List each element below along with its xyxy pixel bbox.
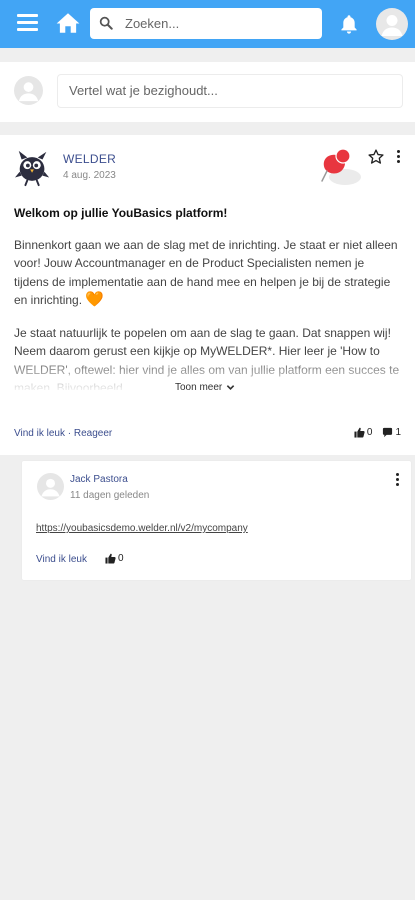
post-paragraph-1: Binnenkort gaan we aan de slag met de in… xyxy=(14,238,398,308)
like-button[interactable]: Vind ik leuk xyxy=(14,428,65,439)
pushpin-icon xyxy=(321,148,361,185)
more-vertical-icon[interactable] xyxy=(393,472,403,488)
user-silhouette-icon xyxy=(18,82,39,102)
search-box[interactable] xyxy=(90,8,322,39)
post-actions: Vind ik leuk · Reageer xyxy=(14,428,112,439)
comment-link[interactable]: https://youbasicsdemo.welder.nl/v2/mycom… xyxy=(36,523,248,534)
like-count-value: 0 xyxy=(366,427,373,438)
orange-heart-emoji: 🧡 xyxy=(85,290,105,308)
show-more-button[interactable]: Toon meer xyxy=(175,382,235,393)
comment-count[interactable]: 1 xyxy=(382,427,401,438)
post-counts: 0 1 xyxy=(344,427,401,438)
reply-button[interactable]: Reageer xyxy=(74,428,112,439)
search-input[interactable] xyxy=(125,8,315,39)
comment-date: 11 dagen geleden xyxy=(70,490,150,501)
top-bar xyxy=(0,0,415,48)
comment-icon xyxy=(383,427,393,438)
separator: · xyxy=(64,428,74,439)
welder-logo-icon xyxy=(14,150,50,187)
star-icon[interactable] xyxy=(367,148,385,166)
post-card: WELDER 4 aug. 2023 Welkom op jullie YouB… xyxy=(0,135,415,455)
post-title: Welkom op jullie YouBasics platform! xyxy=(14,206,228,220)
post-author-link[interactable]: WELDER xyxy=(63,152,116,166)
more-vertical-icon[interactable] xyxy=(394,149,404,165)
post-date: 4 aug. 2023 xyxy=(63,170,116,181)
home-icon[interactable] xyxy=(55,10,81,36)
like-count[interactable]: 0 xyxy=(354,427,373,438)
post-paragraph-2: Je staat natuurlijk te popelen om aan de… xyxy=(14,326,400,390)
comment-like-count-value: 0 xyxy=(118,553,124,564)
post-composer: Vertel wat je bezighoudt... xyxy=(0,62,415,122)
thumbs-up-icon xyxy=(354,427,365,438)
comment-avatar xyxy=(37,473,64,500)
comment-like-button[interactable]: Vind ik leuk xyxy=(36,554,87,565)
composer-input[interactable]: Vertel wat je bezighoudt... xyxy=(57,74,403,108)
user-silhouette-icon xyxy=(41,478,60,497)
thumbs-up-icon xyxy=(105,553,116,564)
composer-avatar xyxy=(14,76,43,105)
user-avatar[interactable] xyxy=(376,8,408,40)
chevron-down-icon xyxy=(227,384,235,390)
comment-author-link[interactable]: Jack Pastora xyxy=(70,474,128,485)
hamburger-menu-icon[interactable] xyxy=(17,14,38,32)
notifications-bell-icon[interactable] xyxy=(338,12,360,36)
comment-count-value: 1 xyxy=(395,427,401,438)
comment-like-count[interactable]: 0 xyxy=(105,553,124,564)
user-silhouette-icon xyxy=(381,15,403,36)
comment-card: Jack Pastora 11 dagen geleden https://yo… xyxy=(21,460,412,581)
search-icon xyxy=(99,16,113,30)
